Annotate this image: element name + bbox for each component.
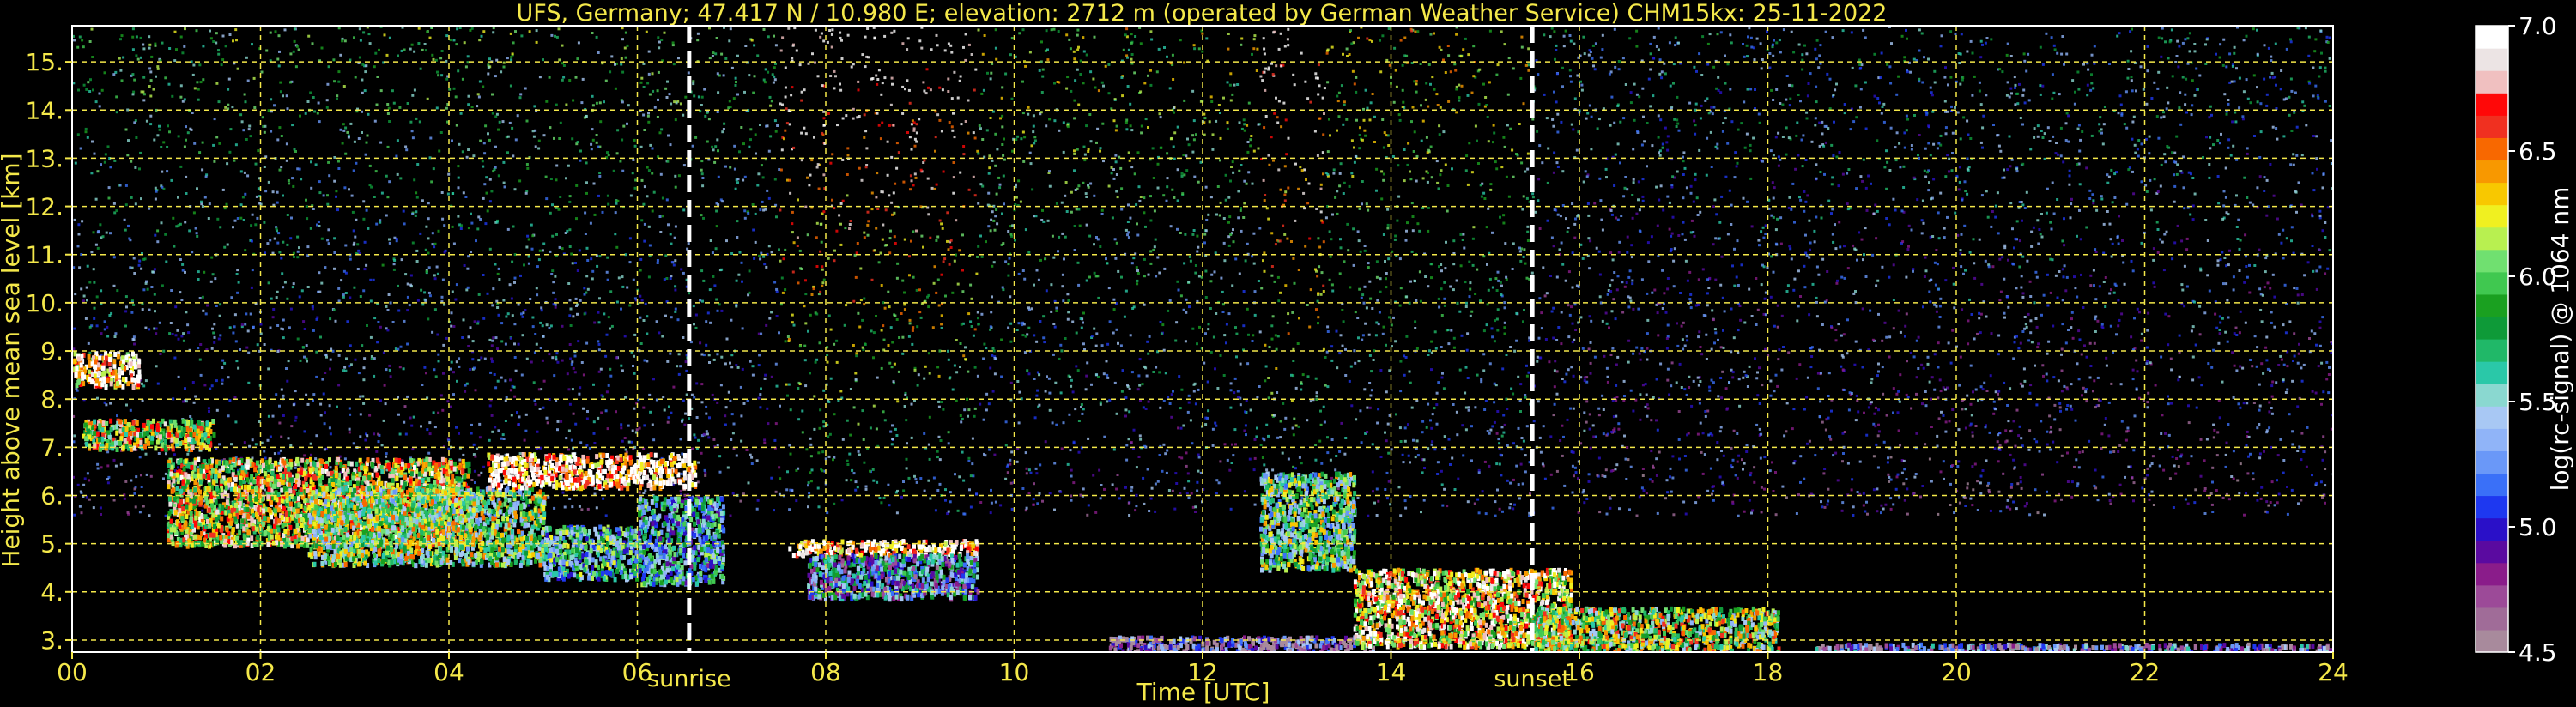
x-tick-label-9: 18 [1753, 658, 1784, 686]
x-tick-label-7: 14 [1376, 658, 1407, 686]
y-tick-label-2: 5. [40, 530, 64, 559]
colorbar-segment-8 [2476, 450, 2508, 474]
colorbar-segment-13 [2476, 339, 2508, 362]
colorbar-segment-25 [2476, 70, 2508, 94]
y-tick-label-7: 10. [25, 289, 64, 317]
y-tick-label-6: 9. [40, 337, 64, 366]
x-tick-label-4: 08 [810, 658, 841, 686]
chart-title: UFS, Germany; 47.417 N / 10.980 E; eleva… [517, 0, 1888, 27]
colorbar-segment-15 [2476, 293, 2508, 317]
colorbar-tick-label-4: 6.5 [2518, 137, 2557, 166]
event-label-sunset: sunset [1494, 666, 1571, 692]
ceilometer-chart: UFS, Germany; 47.417 N / 10.980 E; eleva… [0, 0, 2574, 706]
colorbar-segment-11 [2476, 384, 2508, 407]
colorbar-segment-17 [2476, 249, 2508, 273]
colorbar-segment-1 [2476, 607, 2508, 631]
y-tick-label-5: 8. [40, 385, 64, 414]
colorbar-segment-21 [2476, 160, 2508, 184]
y-tick-label-1: 4. [40, 578, 64, 607]
colorbar-segment-2 [2476, 584, 2508, 608]
colorbar-segment-18 [2476, 227, 2508, 251]
y-tick-label-12: 15. [25, 48, 64, 76]
colorbar-segment-19 [2476, 204, 2508, 228]
colorbar-label: log(rc-signal) @ 1064 nm [2546, 187, 2574, 492]
cloud-layer-12 [1532, 606, 1781, 652]
colorbar-segment-5 [2476, 517, 2508, 541]
cloud-layer-8 [807, 553, 980, 602]
x-tick-label-12: 24 [2318, 658, 2349, 686]
y-axis-label: Height above mean sea level [km] [0, 153, 25, 567]
colorbar-segment-10 [2476, 406, 2508, 429]
colorbar-segment-20 [2476, 182, 2508, 206]
colorbar-segment-22 [2476, 137, 2508, 161]
x-axis-label: Time [UTC] [1136, 678, 1270, 706]
colorbar-segment-23 [2476, 115, 2508, 138]
y-tick-label-11: 14. [25, 96, 64, 124]
x-tick-label-11: 22 [2130, 658, 2161, 686]
y-tick-label-9: 12. [25, 193, 64, 221]
colorbar-segment-6 [2476, 495, 2508, 519]
x-tick-label-10: 20 [1941, 658, 1972, 686]
colorbar-segment-27 [2476, 26, 2508, 49]
colorbar-tick-label-1: 5.0 [2518, 513, 2557, 541]
colorbar: 4.55.05.56.06.57.0 [2475, 12, 2557, 667]
colorbar-tick-label-5: 7.0 [2518, 12, 2557, 40]
colorbar-segment-16 [2476, 271, 2508, 295]
x-tick-label-3: 06 [622, 658, 653, 686]
y-tick-label-10: 13. [25, 144, 64, 172]
colorbar-segment-7 [2476, 473, 2508, 497]
colorbar-segment-3 [2476, 562, 2508, 586]
event-label-sunrise: sunrise [647, 666, 731, 692]
x-tick-label-2: 04 [433, 658, 464, 686]
x-tick-label-0: 00 [57, 658, 88, 686]
colorbar-segment-24 [2476, 93, 2508, 116]
colorbar-segment-12 [2476, 361, 2508, 384]
x-tick-label-5: 10 [999, 658, 1030, 686]
x-tick-label-1: 02 [245, 658, 276, 686]
colorbar-segment-26 [2476, 48, 2508, 71]
colorbar-segment-0 [2476, 629, 2508, 653]
y-tick-label-8: 11. [25, 241, 64, 269]
y-axis-ticks: 3. 4. 5. 6. 7. 8. 9. 10. 11. 12. 13. 14. 15. [25, 48, 72, 655]
colorbar-tick-label-0: 4.5 [2518, 638, 2557, 667]
colorbar-segment-9 [2476, 428, 2508, 451]
colorbar-segment-14 [2476, 316, 2508, 340]
x-tick-label-8: 16 [1564, 658, 1595, 686]
y-tick-label-4: 7. [40, 433, 64, 462]
colorbar-segment-4 [2476, 540, 2508, 564]
y-tick-label-3: 6. [40, 482, 64, 511]
y-tick-label-0: 3. [40, 626, 64, 655]
